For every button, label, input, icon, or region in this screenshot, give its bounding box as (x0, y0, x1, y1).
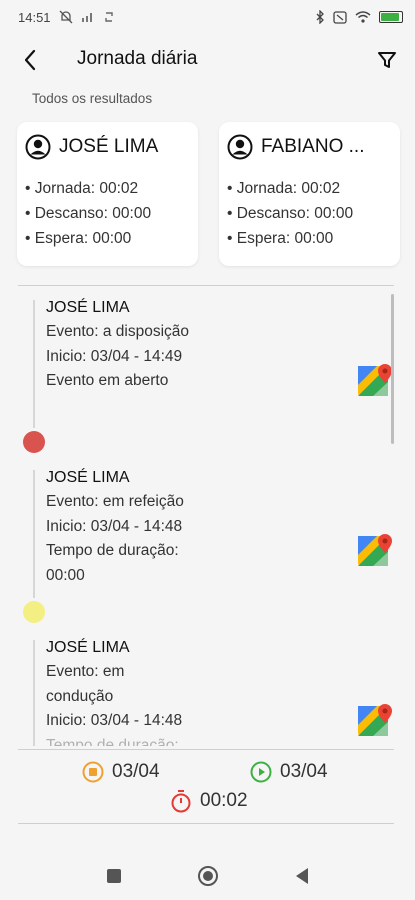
stop-circle-icon (82, 761, 104, 783)
wifi-icon (355, 11, 371, 23)
system-nav-bar (0, 852, 415, 900)
page-title: Jornada diária (77, 48, 198, 69)
status-time: 14:51 (18, 9, 51, 25)
map-button[interactable] (357, 532, 395, 568)
event-line: Inicio: 03/04 - 14:48 (46, 712, 183, 729)
event-item[interactable]: JOSÉ LIMA Evento: a disposição Inicio: 0… (46, 296, 346, 394)
total-time: 00:02 (200, 790, 248, 811)
sync-icon (103, 10, 115, 24)
google-maps-icon (358, 534, 392, 566)
card-driver-name: JOSÉ LIMA (59, 136, 159, 157)
card-header: JOSÉ LIMA (25, 132, 188, 162)
map-button[interactable] (357, 362, 395, 398)
start-date: 03/04 (112, 761, 160, 782)
battery-icon (379, 11, 403, 23)
muted-icon (59, 10, 73, 24)
card-header: FABIANO ... (227, 132, 390, 162)
status-bar: 14:51 (0, 0, 415, 34)
event-item[interactable]: JOSÉ LIMA Evento: em refeição Inicio: 03… (46, 466, 346, 588)
card-espera: • Espera: 00:00 (25, 230, 132, 247)
google-maps-icon (358, 364, 392, 396)
end-date-item: 03/04 (250, 761, 328, 783)
data-icon (81, 11, 95, 23)
user-icon (227, 134, 253, 160)
bottom-summary: 03/04 03/04 00:02 (0, 751, 415, 823)
home-icon (198, 866, 218, 886)
event-driver-name: JOSÉ LIMA (46, 299, 130, 316)
filter-icon (378, 52, 396, 68)
user-icon (25, 134, 51, 160)
card-jornada: • Jornada: 00:02 (25, 180, 139, 197)
nfc-icon (333, 10, 347, 24)
total-time-item: 00:02 (170, 789, 248, 813)
summary-cards: JOSÉ LIMA • Jornada: 00:02 • Descanso: 0… (17, 122, 415, 268)
event-status-dot (23, 601, 45, 623)
event-line: condução (46, 687, 114, 705)
bluetooth-icon (315, 10, 325, 24)
card-espera: • Espera: 00:00 (227, 230, 334, 247)
play-circle-icon (250, 761, 272, 783)
results-label: Todos os resultados (32, 91, 153, 106)
app-header: Jornada diária (0, 38, 415, 82)
event-line: Tempo de duração: (46, 542, 179, 559)
event-line: Inicio: 03/04 - 14:48 (46, 517, 183, 535)
card-descanso: • Descanso: 00:00 (227, 205, 354, 222)
divider (18, 823, 394, 824)
back-button[interactable] (16, 46, 44, 74)
event-line: Evento: em refeição (46, 493, 184, 510)
driver-card[interactable]: FABIANO ... • Jornada: 00:02 • Descanso:… (219, 122, 400, 266)
status-right (315, 10, 403, 24)
timer-icon (171, 790, 191, 813)
chevron-left-icon (24, 49, 36, 71)
event-line: 00:00 (46, 566, 85, 584)
event-status-dot (23, 431, 45, 453)
home-button[interactable] (196, 864, 220, 888)
back-icon (296, 868, 308, 884)
timeline-line (33, 300, 35, 428)
status-left: 14:51 (18, 10, 115, 25)
recents-icon (107, 869, 121, 883)
event-line: Evento em aberto (46, 372, 169, 389)
event-line: Evento: a disposição (46, 323, 190, 340)
event-item[interactable]: JOSÉ LIMA Evento: em condução Inicio: 03… (46, 636, 346, 746)
event-driver-name: JOSÉ LIMA (46, 639, 130, 656)
google-maps-icon (358, 704, 392, 736)
events-timeline[interactable]: JOSÉ LIMA Evento: a disposição Inicio: 0… (0, 288, 415, 746)
divider (18, 749, 394, 750)
event-line: Inicio: 03/04 - 14:49 (46, 347, 183, 365)
event-line: Evento: em (46, 663, 125, 680)
event-driver-name: JOSÉ LIMA (46, 469, 130, 486)
event-line: Tempo de duração: (46, 736, 179, 747)
divider (18, 285, 394, 286)
card-driver-name: FABIANO ... (261, 136, 365, 157)
timeline-line (33, 470, 35, 598)
filter-button[interactable] (373, 46, 401, 74)
recents-button[interactable] (102, 864, 126, 888)
driver-card[interactable]: JOSÉ LIMA • Jornada: 00:02 • Descanso: 0… (17, 122, 198, 266)
end-date: 03/04 (280, 761, 328, 782)
card-jornada: • Jornada: 00:02 (227, 180, 341, 197)
nav-back-button[interactable] (290, 864, 314, 888)
start-date-item: 03/04 (82, 761, 160, 783)
scrollbar[interactable] (391, 294, 394, 444)
timeline-line (33, 640, 35, 746)
map-button[interactable] (357, 702, 395, 738)
card-descanso: • Descanso: 00:00 (25, 205, 152, 222)
